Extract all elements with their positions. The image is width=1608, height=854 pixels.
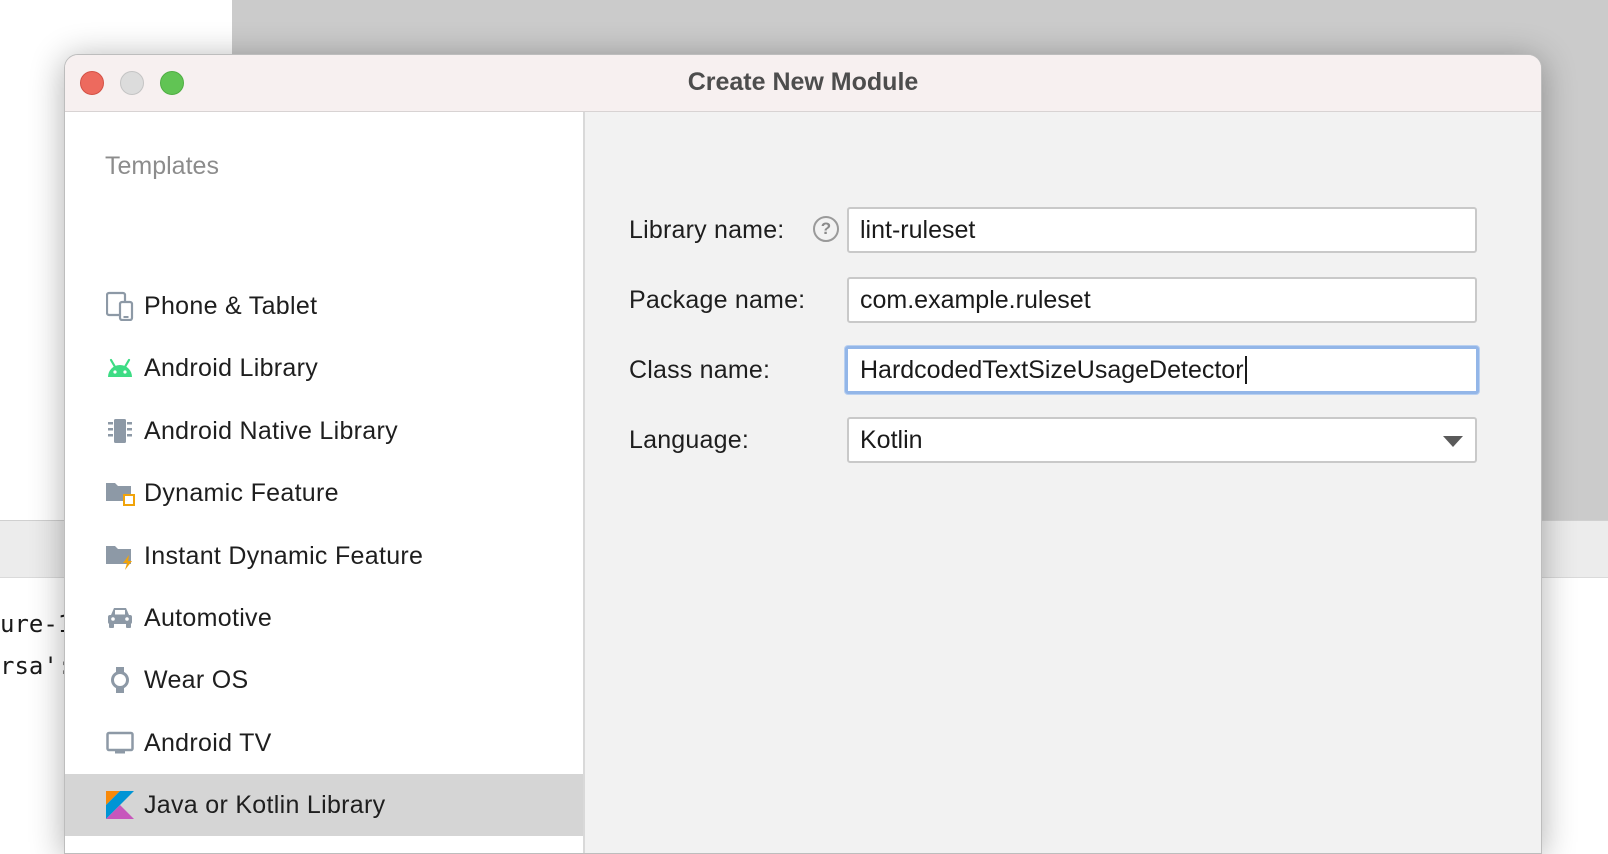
android-icon xyxy=(105,353,135,383)
watch-icon xyxy=(105,665,135,695)
native-library-icon xyxy=(105,416,135,446)
help-icon[interactable]: ? xyxy=(813,216,839,242)
package-name-value: com.example.ruleset xyxy=(860,285,1091,314)
phone-tablet-icon xyxy=(105,291,135,321)
sidebar-item-android-native-library[interactable]: Android Native Library xyxy=(65,400,583,462)
sidebar-item-label: Automotive xyxy=(144,603,273,632)
sidebar-item-android-library[interactable]: Android Library xyxy=(65,337,583,399)
create-module-dialog: Create New Module Templates Phone & Tabl… xyxy=(64,54,1542,854)
code-line: rsa': xyxy=(0,652,73,680)
sidebar-item-label: Android Library xyxy=(144,353,319,382)
sidebar-item-label: Phone & Tablet xyxy=(144,291,318,320)
dynamic-feature-folder-icon xyxy=(105,478,135,508)
sidebar-item-android-tv[interactable]: Android TV xyxy=(65,712,583,774)
sidebar-item-automotive[interactable]: Automotive xyxy=(65,587,583,649)
class-name-label: Class name: xyxy=(629,356,771,384)
library-name-input[interactable]: lint-ruleset xyxy=(847,207,1477,253)
sidebar-item-label: Instant Dynamic Feature xyxy=(144,541,424,570)
library-name-label: Library name: xyxy=(629,216,785,244)
chevron-down-icon xyxy=(1443,436,1463,447)
sidebar-item-instant-dynamic-feature[interactable]: Instant Dynamic Feature xyxy=(65,525,583,587)
package-name-input[interactable]: com.example.ruleset xyxy=(847,277,1477,323)
sidebar-item-java-kotlin-library[interactable]: Java or Kotlin Library xyxy=(65,774,583,836)
class-name-value: HardcodedTextSizeUsageDetector xyxy=(860,355,1244,384)
sidebar-item-label: Android Native Library xyxy=(144,416,398,445)
language-value: Kotlin xyxy=(860,425,923,454)
language-dropdown[interactable]: Kotlin xyxy=(847,417,1477,463)
language-label: Language: xyxy=(629,426,749,454)
package-name-label: Package name: xyxy=(629,286,806,314)
class-name-input[interactable]: HardcodedTextSizeUsageDetector xyxy=(845,346,1479,394)
module-form: Library name: ? lint-ruleset Package nam… xyxy=(585,112,1541,853)
templates-sidebar: Templates Phone & Tablet Android Library… xyxy=(65,112,585,853)
sidebar-item-dynamic-feature[interactable]: Dynamic Feature xyxy=(65,462,583,524)
kotlin-icon xyxy=(105,790,135,820)
code-line: ure-1 xyxy=(0,610,73,638)
templates-header: Templates xyxy=(105,152,219,180)
instant-feature-folder-icon xyxy=(105,541,135,571)
library-name-value: lint-ruleset xyxy=(860,215,976,244)
car-icon xyxy=(105,603,135,633)
text-caret xyxy=(1244,356,1247,384)
sidebar-item-label: Dynamic Feature xyxy=(144,478,339,507)
sidebar-item-label: Android TV xyxy=(144,728,272,757)
sidebar-item-label: Wear OS xyxy=(144,665,249,694)
sidebar-item-label: Java or Kotlin Library xyxy=(144,790,386,819)
title-bar[interactable]: Create New Module xyxy=(65,55,1541,112)
dialog-title: Create New Module xyxy=(687,68,919,96)
sidebar-item-phone-tablet[interactable]: Phone & Tablet xyxy=(65,275,583,337)
sidebar-item-wear-os[interactable]: Wear OS xyxy=(65,649,583,711)
tv-icon xyxy=(105,728,135,758)
